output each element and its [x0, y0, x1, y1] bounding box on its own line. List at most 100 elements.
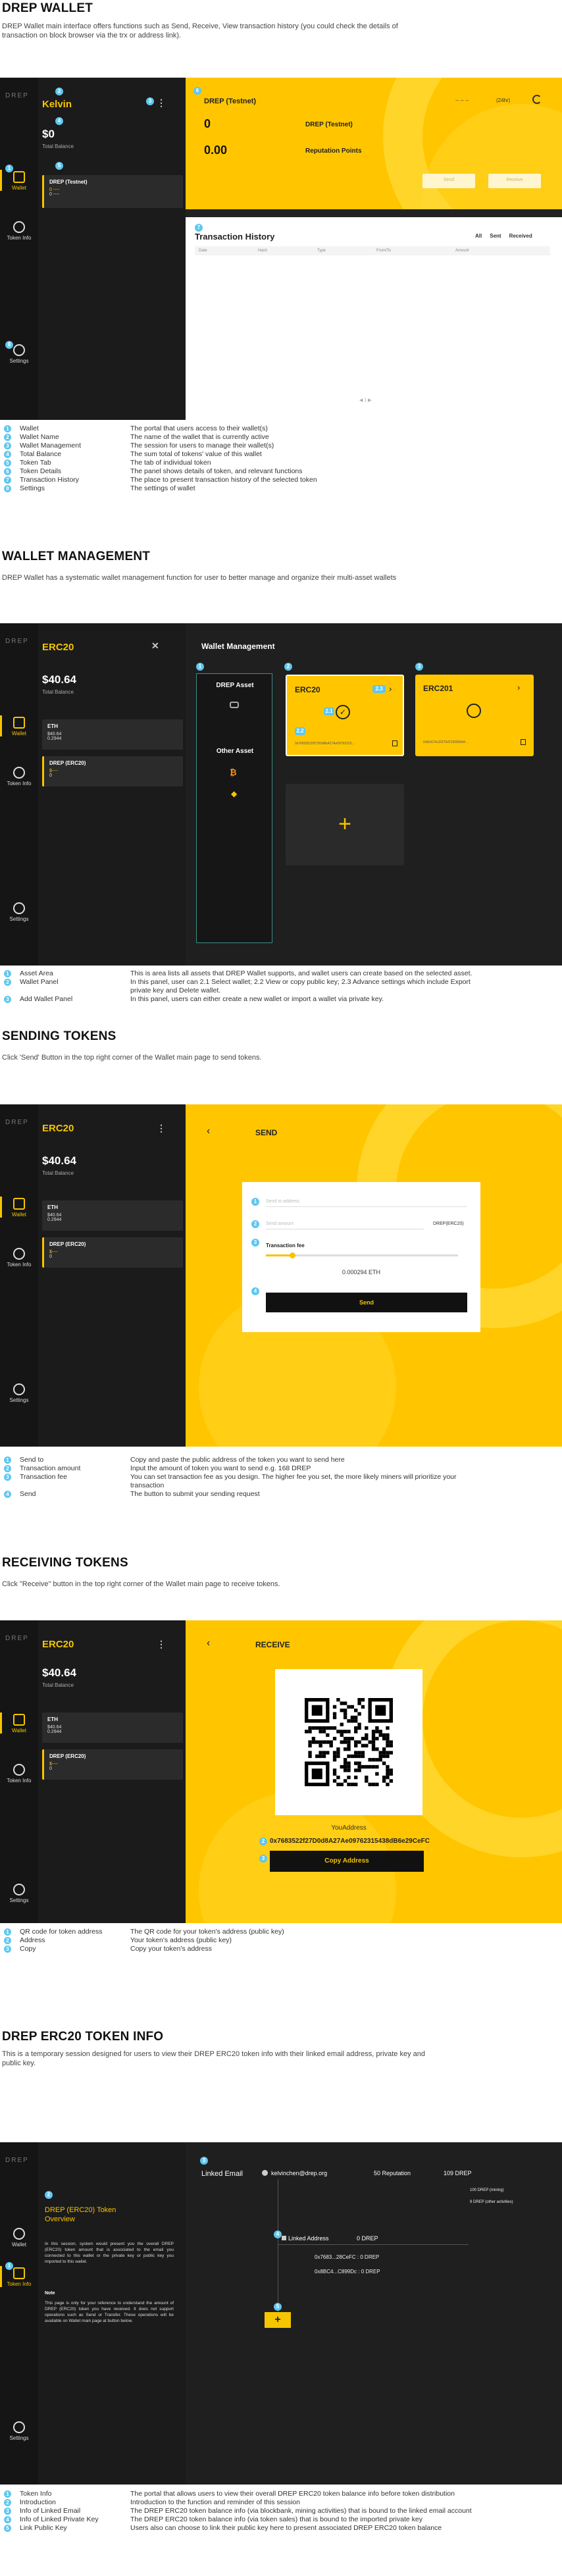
chevron-icon[interactable]: ›: [517, 683, 520, 692]
rail-item-token-info[interactable]: Token Info: [0, 1248, 38, 1268]
nav-rail: DREP Wallet Token Info Settings: [0, 623, 38, 966]
legend-label: [0, 1481, 130, 1490]
total-balance: $40.64: [42, 673, 76, 686]
user-icon: [262, 2170, 268, 2176]
your-address-label: YouAddress: [331, 1824, 367, 1832]
legend-number-badge: 2: [4, 434, 11, 441]
rail-item-token-info[interactable]: Token Info: [0, 767, 38, 786]
marker-3: 3: [415, 663, 423, 671]
section-sending-tokens: SENDING TOKENS Click 'Send' Button in th…: [0, 1027, 562, 1580]
marker-7: 7: [195, 224, 203, 232]
receive-button[interactable]: Receive: [488, 174, 541, 188]
token-tab-drep[interactable]: DREP (ERC20) $---- 0: [42, 1749, 183, 1780]
marker-4: 4: [251, 1287, 259, 1295]
wallet-name: ERC20: [42, 1123, 74, 1134]
tx-filter-received[interactable]: Received: [509, 233, 532, 239]
selected-check-icon: ✓: [336, 705, 350, 719]
back-icon[interactable]: ‹: [207, 1637, 210, 1649]
wallet-card-erc201[interactable]: ERC201 › 0x8c0C4c32270d7230960d4...: [415, 675, 534, 756]
rail-item-token-info[interactable]: Token Info: [0, 2266, 38, 2287]
copy-icon[interactable]: [392, 740, 397, 746]
other-amount: 9 DREP (other activities): [470, 2200, 513, 2204]
legend-row: 3 Wallet Management The session for users …: [0, 442, 562, 450]
marker-4: 4: [274, 2230, 282, 2238]
total-balance-label: Total Balance: [42, 1170, 74, 1176]
rail-item-wallet[interactable]: Wallet: [0, 2228, 38, 2248]
token-info-icon: [13, 1248, 25, 1260]
wallet-menu-icon[interactable]: ⋮: [157, 97, 166, 109]
reputation: 50 Reputation: [374, 2170, 411, 2177]
wallet-icon: [13, 1198, 25, 1210]
qr-code-card: [275, 1669, 422, 1815]
legend-row: 3 Copy Copy your token's address: [0, 1945, 562, 1953]
rail-item-wallet[interactable]: Wallet: [0, 170, 38, 191]
link-public-key-button[interactable]: +: [265, 2312, 291, 2328]
tx-column-header: Amount: [455, 249, 469, 253]
rail-item-wallet[interactable]: Wallet: [0, 1713, 38, 1734]
settings-icon: [13, 1383, 25, 1395]
linked-address-total: 0 DREP: [357, 2235, 378, 2242]
rail-item-settings[interactable]: Settings: [0, 1383, 38, 1403]
tx-column-header: From/To: [376, 249, 392, 253]
token-info-icon: [13, 767, 25, 779]
legend-label: [0, 987, 130, 995]
asset-drep[interactable]: DREP Asset: [197, 682, 273, 689]
total-balance: $40.64: [42, 1154, 76, 1167]
tx-filter-sent[interactable]: Sent: [490, 233, 501, 239]
legend-description: Users also can choose to link their publ…: [130, 2524, 442, 2532]
wallet-icon: [13, 171, 25, 183]
legend-label: 4 Send: [0, 1490, 130, 1499]
rail-item-wallet[interactable]: Wallet: [0, 1197, 38, 1218]
token-tab-drep[interactable]: DREP (ERC20) $---- 0: [42, 756, 183, 786]
legend-description: The button to submit your sending reques…: [130, 1490, 260, 1498]
legend-row: 3 Info of Linked Email The DREP ERC20 toke…: [0, 2507, 562, 2515]
token-tab-eth[interactable]: ETH $40.64 0.2944: [42, 1713, 183, 1743]
reputation-label: Reputation Points: [305, 147, 362, 155]
pager[interactable]: ◀ 1 ▶: [359, 398, 372, 403]
rail-item-settings[interactable]: Settings: [0, 2421, 38, 2441]
asset-other[interactable]: Other Asset: [197, 748, 273, 755]
token-name: DREP (Testnet): [49, 179, 88, 185]
token-tab[interactable]: DREP (Testnet) 0 ---- 0 ----: [42, 175, 183, 208]
receive-header: RECEIVE: [255, 1640, 290, 1649]
rail-item-settings[interactable]: Settings: [0, 1884, 38, 1903]
send-button[interactable]: Send: [422, 174, 475, 188]
copy-icon[interactable]: [521, 739, 526, 745]
rail-item-wallet[interactable]: Wallet: [0, 715, 38, 736]
drep-logo: DREP: [5, 1119, 29, 1126]
legend-number-badge: 2: [4, 1465, 11, 1472]
section-drep-wallet: DREP WALLET DREP Wallet main interface o…: [0, 0, 562, 540]
wallet-card-erc20[interactable]: ERC20 2.3 › 2.1 ✓ 2.2 0x76833522f27D0d8b…: [286, 675, 404, 756]
tx-filter-all[interactable]: All: [475, 233, 482, 239]
tx-filters: All Sent Received: [475, 233, 532, 239]
refresh-icon[interactable]: [532, 95, 542, 104]
send-panel: ‹ SEND 1 Send to address 2 Send amount D…: [186, 1104, 562, 1447]
send-to-input[interactable]: Send to address: [266, 1199, 467, 1207]
copy-address-button[interactable]: Copy Address: [270, 1851, 424, 1872]
token-tab-drep[interactable]: DREP (ERC20) $---- 0: [42, 1237, 183, 1268]
intro-text: In this session, system would present yo…: [45, 2242, 174, 2264]
close-icon[interactable]: ✕: [151, 640, 159, 652]
legend-row: 1 Send to Copy and paste the public addres…: [0, 1456, 562, 1464]
chevron-icon[interactable]: ›: [389, 684, 392, 694]
marker-4: 4: [55, 117, 63, 125]
legend-number-badge: 1: [4, 1928, 11, 1936]
amount-input[interactable]: Send amount: [266, 1222, 424, 1229]
legend-row: 5 Token Tab The tab of individual token: [0, 459, 562, 467]
rail-item-settings[interactable]: Settings: [0, 902, 38, 922]
add-wallet-panel[interactable]: +: [286, 784, 404, 865]
token-tab-eth[interactable]: ETH $40.64 0.2944: [42, 719, 183, 750]
marker-2: 2: [284, 663, 292, 671]
lock-icon: [282, 2236, 286, 2240]
token-tab-eth[interactable]: ETH $40.64 0.2944: [42, 1200, 183, 1231]
legend-label: 2 Introduction: [0, 2498, 130, 2507]
rail-item-token-info[interactable]: Token Info: [0, 1764, 38, 1784]
wallet-menu-icon[interactable]: ⋮: [157, 1639, 166, 1650]
rail-item-token-info[interactable]: Token Info: [0, 221, 38, 241]
slider-thumb[interactable]: [290, 1252, 295, 1258]
legend-description: This is area lists all assets that DREP …: [130, 969, 473, 977]
back-icon[interactable]: ‹: [207, 1125, 210, 1137]
fee-slider[interactable]: [266, 1252, 458, 1258]
send-submit-button[interactable]: Send: [266, 1293, 467, 1312]
wallet-menu-icon[interactable]: ⋮: [157, 1123, 166, 1134]
